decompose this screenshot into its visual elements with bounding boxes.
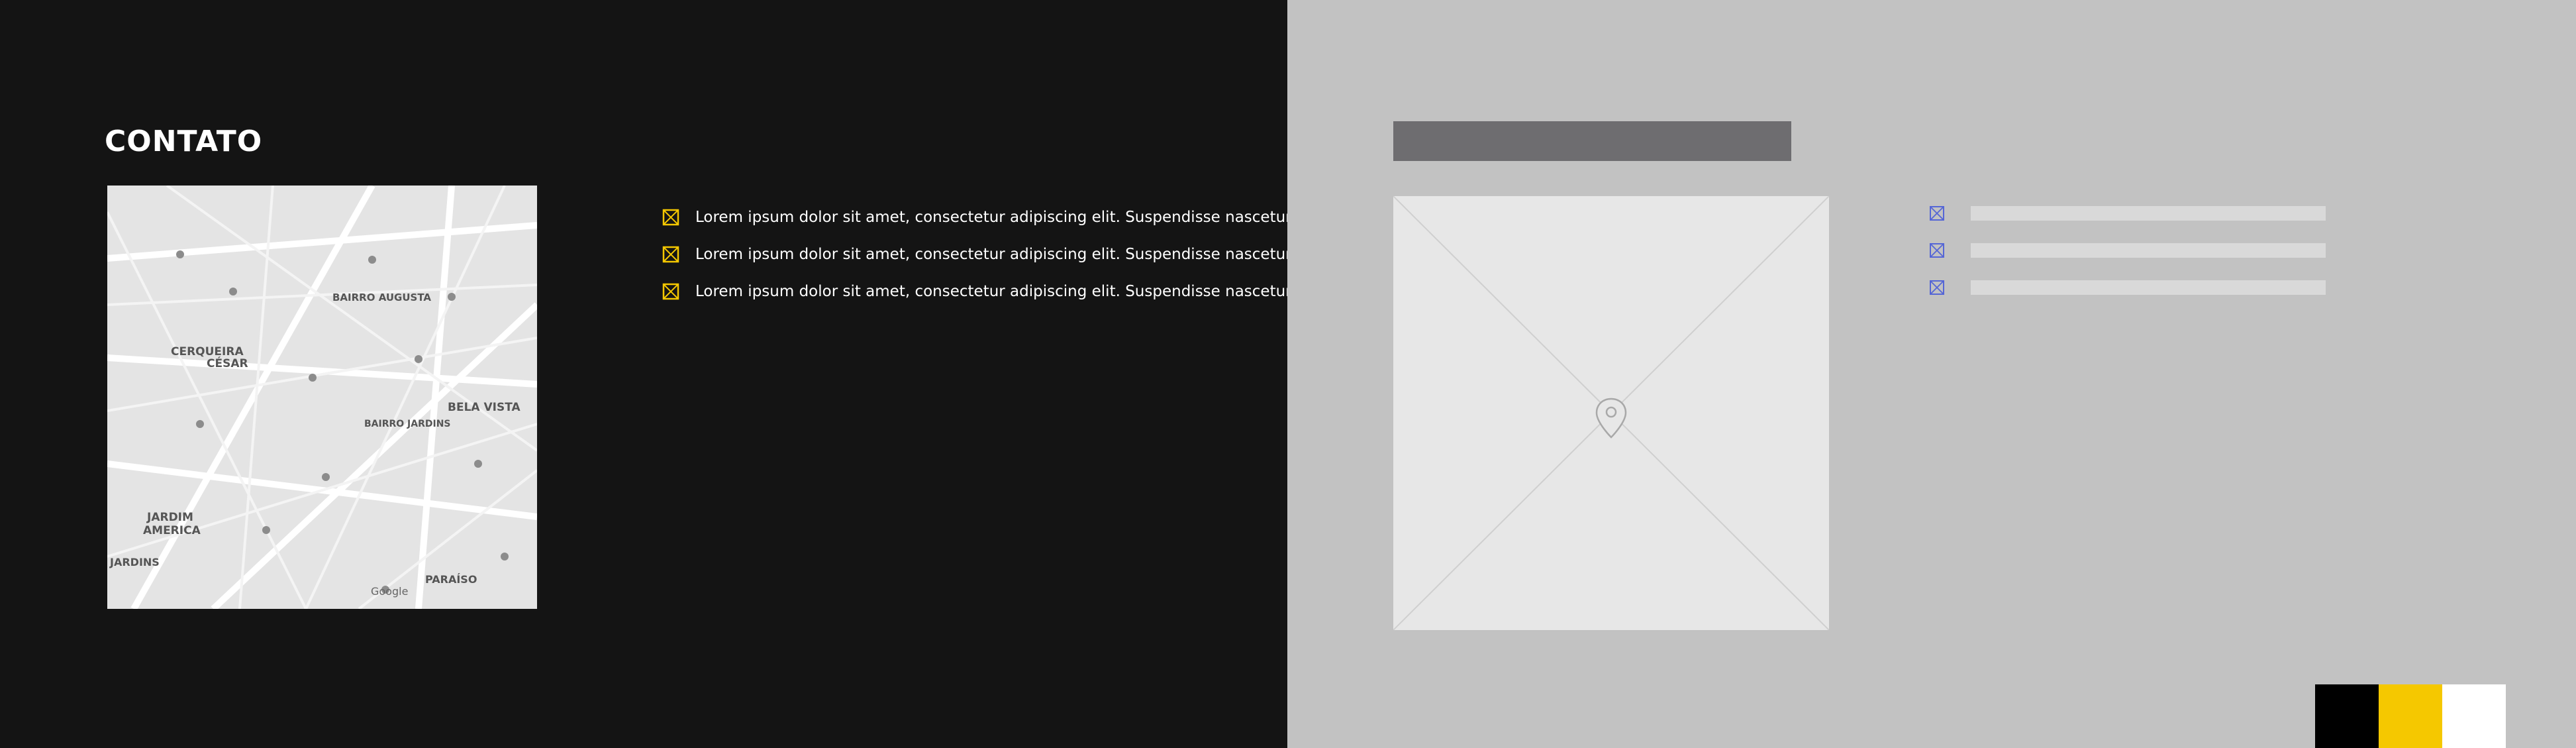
- wireframe-list: [1928, 195, 2326, 306]
- list-item: [1928, 195, 2326, 232]
- map-graphic: CERQUEIRA CÉSAR BAIRRO AUGUSTA BELA VIST…: [107, 186, 537, 609]
- contact-item-text: Lorem ipsum dolor sit amet, consectetur …: [695, 246, 1292, 263]
- contact-item-text: Lorem ipsum dolor sit amet, consectetur …: [695, 209, 1292, 226]
- map-label-paraiso: PARAÍSO: [425, 573, 477, 586]
- placeholder-icon: [1930, 243, 1944, 258]
- map-label-america: AMERICA: [143, 524, 201, 537]
- location-pin-icon: [1595, 398, 1627, 439]
- map-label-bela-vista: BELA VISTA: [448, 401, 520, 414]
- contact-panel: CONTATO CERQUEIRA CÉSAR BAIRRO AUGUSTA B…: [0, 0, 1292, 748]
- list-item: [1928, 232, 2326, 269]
- placeholder-icon: [1930, 206, 1944, 221]
- map-label-bairro-augusta: BAIRRO AUGUSTA: [332, 292, 431, 303]
- wireframe-title-bar: [1393, 121, 1791, 161]
- wireframe-text-line: [1971, 280, 2326, 295]
- color-palette: [2315, 684, 2506, 748]
- list-item: Lorem ipsum dolor sit amet, consectetur …: [661, 199, 1292, 236]
- map-label-bairro-jardins: BAIRRO JARDINS: [364, 419, 451, 429]
- wireframe-text-line: [1971, 243, 2326, 258]
- wireframe-map-placeholder: [1393, 195, 1830, 631]
- placeholder-icon: [662, 209, 679, 226]
- map-label-jardim: JARDIM: [146, 511, 193, 524]
- page-title: CONTATO: [105, 125, 263, 158]
- placeholder-icon: [662, 246, 679, 263]
- list-item: Lorem ipsum dolor sit amet, consectetur …: [661, 236, 1292, 273]
- map-label-jardins: JARDINS: [109, 556, 160, 568]
- wireframe-text-line: [1971, 206, 2326, 221]
- wireframe-map-graphic: [1393, 195, 1830, 631]
- swatch-white: [2442, 684, 2506, 748]
- placeholder-icon: [1930, 280, 1944, 295]
- swatch-black: [2315, 684, 2379, 748]
- contact-item-text: Lorem ipsum dolor sit amet, consectetur …: [695, 283, 1292, 300]
- map-label-cesar: CÉSAR: [207, 356, 248, 370]
- list-item: Lorem ipsum dolor sit amet, consectetur …: [661, 273, 1292, 310]
- placeholder-icon: [662, 283, 679, 300]
- list-item: [1928, 269, 2326, 306]
- map-label-cerqueira: CERQUEIRA: [171, 345, 244, 358]
- swatch-yellow: [2379, 684, 2442, 748]
- map-google-logo: Google: [371, 585, 408, 598]
- map-image[interactable]: CERQUEIRA CÉSAR BAIRRO AUGUSTA BELA VIST…: [107, 186, 537, 609]
- contact-list: Lorem ipsum dolor sit amet, consectetur …: [661, 199, 1292, 310]
